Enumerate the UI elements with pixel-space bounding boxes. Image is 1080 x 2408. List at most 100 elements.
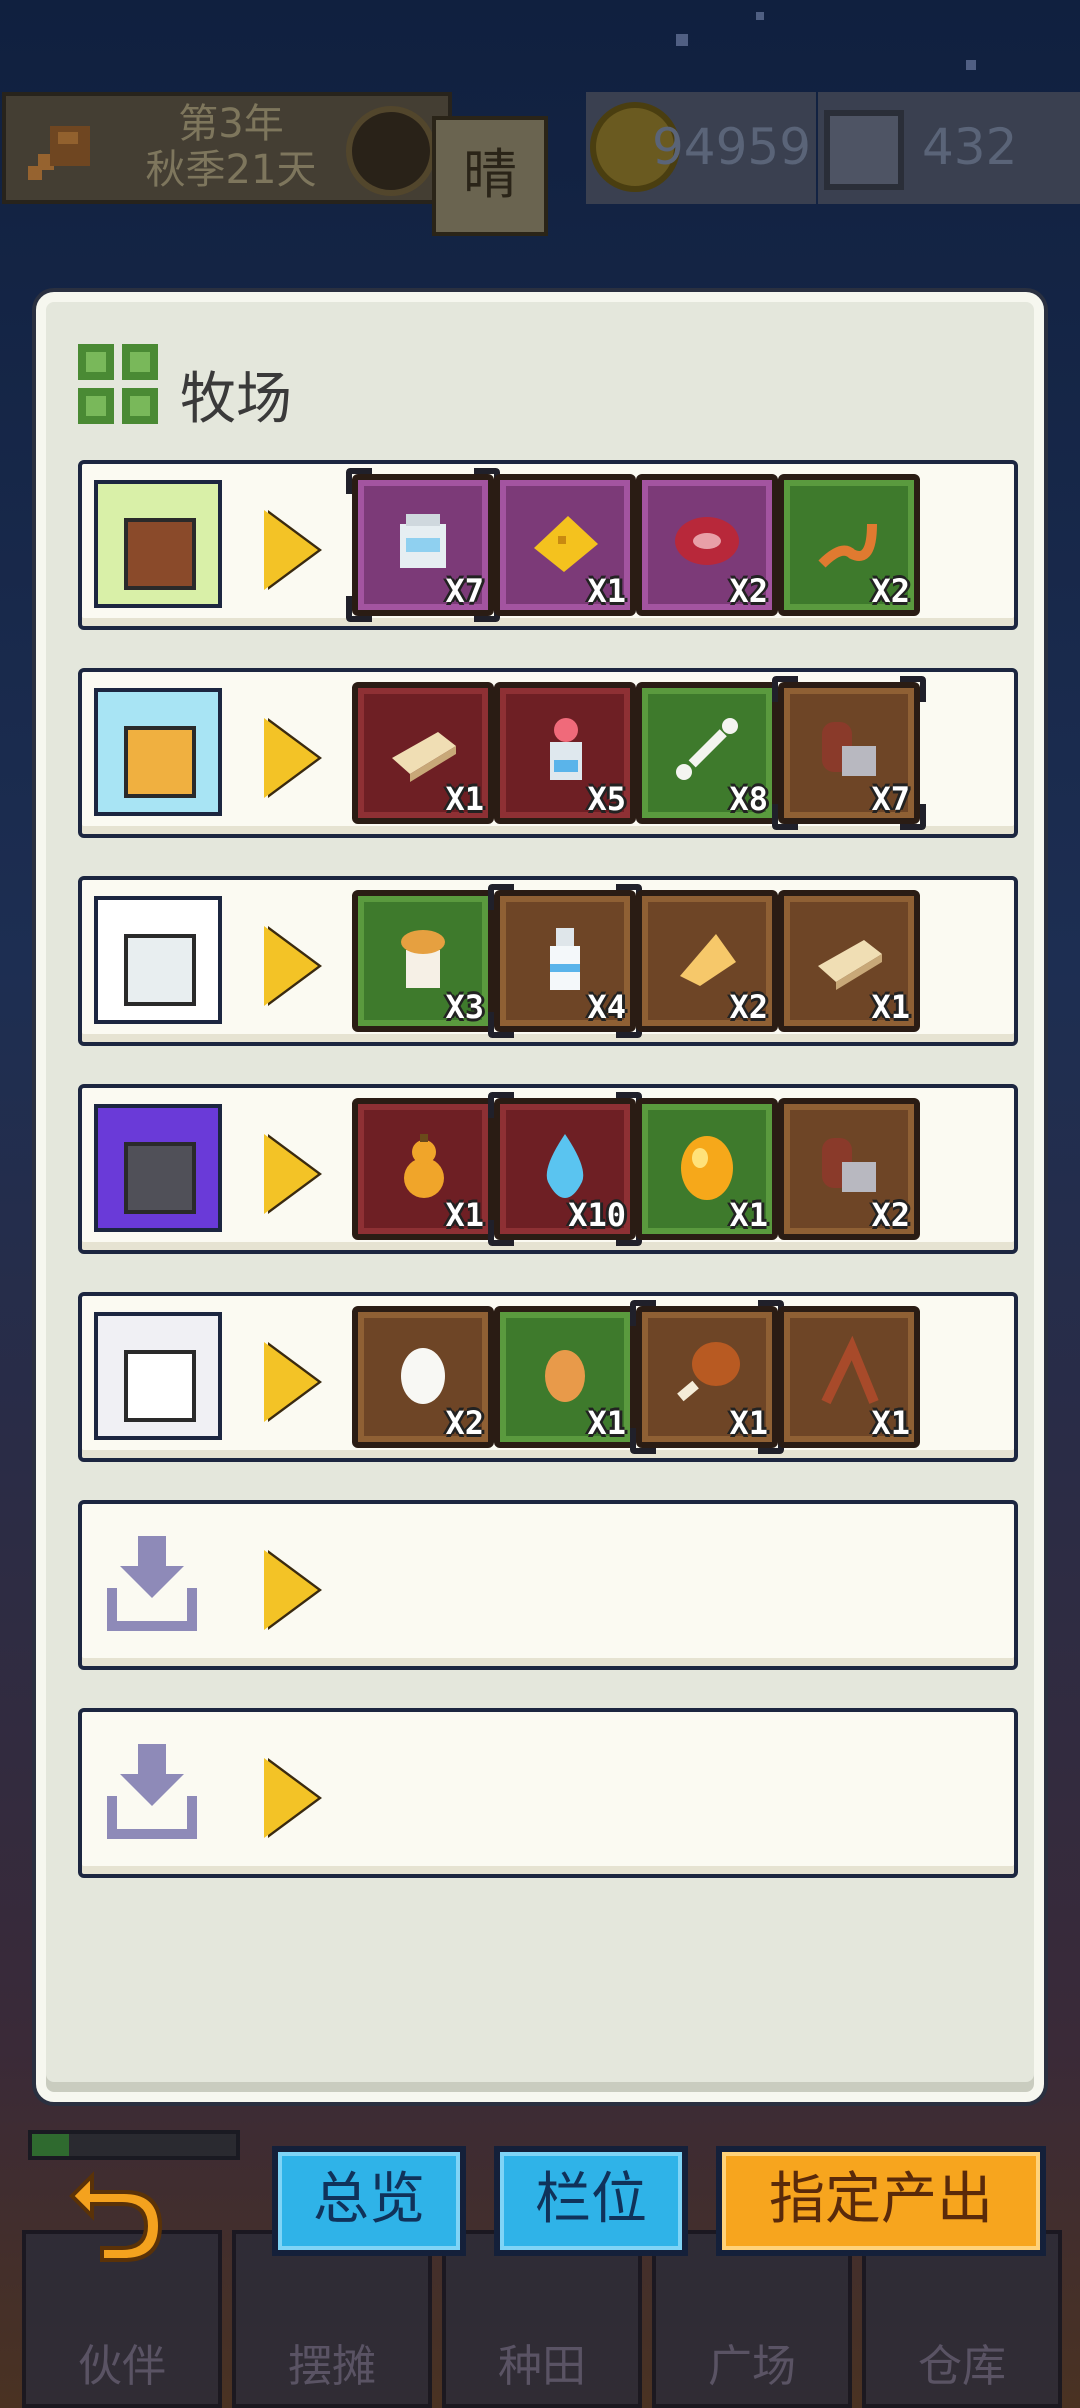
milk-bottle-icon [550, 928, 580, 990]
product-slot[interactable]: X5 [494, 682, 636, 824]
product-slot[interactable]: X2 [636, 474, 778, 616]
item-quantity: X1 [445, 780, 484, 818]
item-quantity: X4 [587, 988, 626, 1026]
fox-icon [124, 726, 196, 798]
animal-row-cow[interactable]: X3 X4 X2 X1 [78, 876, 1018, 1046]
nav-label: 广场 [708, 2341, 796, 2392]
product-slot[interactable]: X1 [494, 1306, 636, 1448]
wolf-icon [124, 1142, 196, 1214]
animal-row-boar[interactable]: X7 X1 X2 X2 [78, 460, 1018, 630]
product-slot[interactable]: X1 [778, 1306, 920, 1448]
item-quantity: X2 [445, 1404, 484, 1442]
ranch-panel: 牧场 X7 X1 X2 X2 X1 X5 X8 X7 X3 X4 X2 X1 X1 X10 X1 X2 X2 X1… [36, 292, 1044, 2102]
coin-counter: 94959 [586, 92, 816, 204]
animal-row-chicken[interactable]: X2 X1 X1 X1 [78, 1292, 1018, 1462]
item-quantity: X1 [729, 1404, 768, 1442]
brown-egg-icon [545, 1350, 585, 1402]
nav-label: 摆摊 [288, 2341, 376, 2392]
product-slot[interactable]: X1 [636, 1306, 778, 1448]
nav-farm[interactable]: 种田 [442, 2230, 642, 2408]
overview-button[interactable]: 总览 [272, 2146, 466, 2256]
item-quantity: X1 [587, 1404, 626, 1442]
gourd-icon [404, 1134, 444, 1198]
clover-icon [78, 344, 158, 424]
nav-plaza[interactable]: 广场 [652, 2230, 852, 2408]
wolf-portrait[interactable] [94, 1104, 222, 1232]
item-quantity: X1 [871, 1404, 910, 1442]
raw-meat-icon [675, 517, 739, 565]
chicken-portrait[interactable] [94, 1312, 222, 1440]
nav-stall[interactable]: 摆摊 [232, 2230, 432, 2408]
weather-label: 晴 [432, 116, 548, 236]
arrow-right-icon [264, 1134, 318, 1214]
product-slot[interactable]: X3 [352, 890, 494, 1032]
star-icon [756, 12, 764, 20]
item-quantity: X8 [729, 780, 768, 818]
egg-icon [401, 1348, 445, 1404]
star-icon [676, 34, 688, 46]
item-quantity: X3 [445, 988, 484, 1026]
empty-pen-row[interactable] [78, 1708, 1018, 1878]
gem-amount: 432 [922, 118, 1018, 176]
chicken-icon [124, 1350, 196, 1422]
product-slot[interactable]: X10 [494, 1098, 636, 1240]
arrow-right-icon [264, 1342, 318, 1422]
nav-label: 伙伴 [78, 2341, 166, 2392]
potion-bottle-icon [550, 718, 582, 780]
nav-warehouse[interactable]: 仓库 [862, 2230, 1062, 2408]
date-panel[interactable]: 第3年 秋季21天 [2, 92, 452, 204]
water-drop-icon [546, 1134, 584, 1198]
cheese-icon [534, 516, 598, 572]
tail-icon [818, 523, 877, 568]
panel-title: 牧场 [180, 367, 292, 432]
animal-row-wolf[interactable]: X1 X10 X1 X2 [78, 1084, 1018, 1254]
product-slot[interactable]: X1 [636, 1098, 778, 1240]
arrow-right-icon [264, 1758, 318, 1838]
product-slot[interactable]: X2 [352, 1306, 494, 1448]
nav-label: 仓库 [918, 2341, 1006, 2392]
sausage-icon [822, 1138, 876, 1192]
product-slot[interactable]: X8 [636, 682, 778, 824]
drumstick-icon [677, 1342, 740, 1402]
butter-icon [818, 940, 882, 990]
arrow-right-icon [264, 718, 318, 798]
product-slot[interactable]: X1 [352, 682, 494, 824]
assign-output-button[interactable]: 指定产出 [716, 2146, 1046, 2256]
item-quantity: X1 [445, 1196, 484, 1234]
product-slot[interactable]: X1 [494, 474, 636, 616]
empty-pen-row[interactable] [78, 1500, 1018, 1670]
product-slot[interactable]: X4 [494, 890, 636, 1032]
import-icon [107, 1744, 197, 1839]
product-slot[interactable]: X2 [778, 474, 920, 616]
pens-button[interactable]: 栏位 [494, 2146, 688, 2256]
import-icon [107, 1536, 197, 1631]
item-quantity: X7 [871, 780, 910, 818]
drumstick-icon [28, 126, 90, 180]
cheese-wedge-icon [680, 934, 736, 986]
bone-icon [676, 718, 738, 780]
fox-portrait[interactable] [94, 688, 222, 816]
item-quantity: X7 [445, 572, 484, 610]
item-quantity: X2 [871, 1196, 910, 1234]
undo-icon[interactable] [62, 2156, 172, 2266]
boar-portrait[interactable] [94, 480, 222, 608]
sausage-icon [822, 722, 876, 776]
boar-icon [124, 518, 196, 590]
gem-icon [824, 110, 904, 190]
animal-row-fox[interactable]: X1 X5 X8 X7 [78, 668, 1018, 838]
item-quantity: X2 [729, 572, 768, 610]
star-icon [966, 60, 976, 70]
product-slot[interactable]: X7 [352, 474, 494, 616]
chicken-bones-icon [821, 1336, 879, 1405]
product-slot[interactable]: X1 [352, 1098, 494, 1240]
product-slot[interactable]: X2 [636, 890, 778, 1032]
arrow-right-icon [264, 926, 318, 1006]
product-slot[interactable]: X1 [778, 890, 920, 1032]
product-slot[interactable]: X7 [778, 682, 920, 824]
cow-portrait[interactable] [94, 896, 222, 1024]
cow-icon [124, 934, 196, 1006]
golden-egg-icon [681, 1136, 733, 1200]
product-slot[interactable]: X2 [778, 1098, 920, 1240]
year-label: 第3年 [178, 101, 284, 147]
yogurt-icon [401, 930, 445, 988]
